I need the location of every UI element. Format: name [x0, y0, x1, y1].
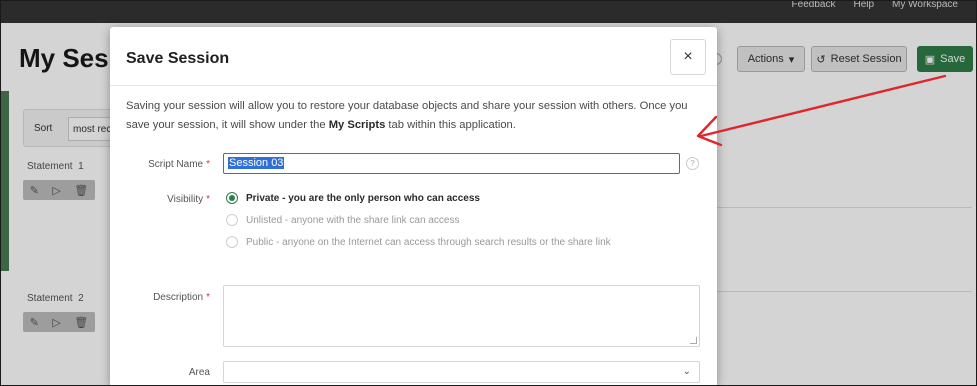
description-label: Description * [153, 292, 210, 303]
area-select[interactable]: ⌄ [223, 361, 700, 383]
feedback-link[interactable]: Feedback [792, 1, 836, 10]
visibility-unlisted-radio[interactable]: Unlisted - anyone with the share link ca… [226, 214, 459, 226]
my-scripts-emphasis: My Scripts [328, 119, 386, 131]
screenshot-frame: Feedback Help My Workspace My Ses Action… [0, 0, 977, 386]
help-link[interactable]: Help [853, 1, 874, 10]
radio-empty-icon [226, 236, 238, 248]
radio-empty-icon [226, 214, 238, 226]
script-name-value: Session 03 [228, 157, 285, 169]
script-name-input[interactable]: Session 03 [223, 153, 680, 174]
radio-label: Private - you are the only person who ca… [246, 192, 480, 204]
chevron-down-icon: ⌄ [682, 366, 691, 377]
radio-selected-icon [226, 192, 238, 204]
area-label: Area [188, 367, 210, 378]
workspace-link[interactable]: My Workspace [892, 1, 958, 10]
visibility-public-radio[interactable]: Public - anyone on the Internet can acce… [226, 236, 611, 248]
description-textarea[interactable] [223, 285, 700, 347]
info-icon[interactable]: ? [686, 157, 699, 170]
radio-label: Public - anyone on the Internet can acce… [246, 236, 611, 248]
divider [110, 85, 717, 86]
close-button[interactable]: × [670, 39, 706, 75]
top-bar: Feedback Help My Workspace [1, 1, 976, 23]
visibility-private-radio[interactable]: Private - you are the only person who ca… [226, 192, 480, 204]
script-name-label: Script Name * [148, 159, 210, 170]
dialog-title: Save Session [126, 50, 230, 67]
top-links: Feedback Help My Workspace [792, 1, 958, 10]
save-session-dialog: Save Session × Saving your session will … [110, 27, 717, 385]
dialog-intro-text: Saving your session will allow you to re… [126, 100, 688, 131]
radio-label: Unlisted - anyone with the share link ca… [246, 214, 460, 226]
visibility-label: Visibility * [167, 194, 210, 205]
close-icon: × [683, 48, 693, 65]
